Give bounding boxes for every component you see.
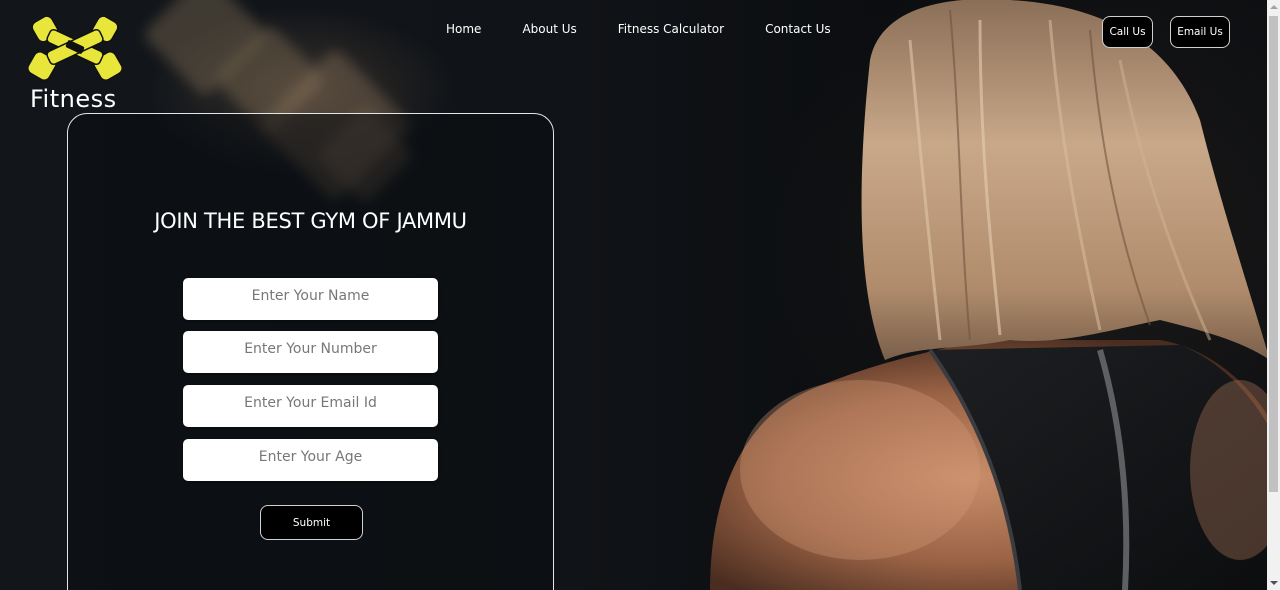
call-us-button[interactable]: Call Us bbox=[1102, 16, 1153, 48]
number-input[interactable] bbox=[183, 331, 438, 373]
form-title: JOIN THE BEST GYM OF JAMMU bbox=[154, 209, 467, 233]
page: Fitness Home About Us Fitness Calculator… bbox=[0, 0, 1280, 590]
name-input[interactable] bbox=[183, 278, 438, 320]
nav-item-contact-us[interactable]: Contact Us bbox=[765, 18, 831, 40]
email-input[interactable] bbox=[183, 385, 438, 427]
dumbbell-logo-icon bbox=[27, 14, 123, 84]
email-us-button[interactable]: Email Us bbox=[1170, 16, 1230, 48]
join-form-card: JOIN THE BEST GYM OF JAMMU Submit bbox=[67, 113, 554, 590]
brand-logo[interactable]: Fitness bbox=[24, 12, 128, 113]
main-nav: Home About Us Fitness Calculator Contact… bbox=[446, 18, 831, 40]
scrollbar-thumb[interactable] bbox=[1269, 16, 1278, 492]
hero-athlete-image bbox=[680, 0, 1280, 590]
scroll-down-arrow-icon[interactable] bbox=[1267, 576, 1280, 590]
age-input[interactable] bbox=[183, 439, 438, 481]
nav-item-about-us[interactable]: About Us bbox=[522, 18, 576, 40]
brand-name: Fitness bbox=[30, 85, 117, 113]
page-scrollbar[interactable] bbox=[1267, 0, 1280, 590]
scroll-up-arrow-icon[interactable] bbox=[1267, 0, 1280, 14]
nav-item-home[interactable]: Home bbox=[446, 18, 481, 40]
submit-button[interactable]: Submit bbox=[260, 505, 363, 540]
nav-item-fitness-calculator[interactable]: Fitness Calculator bbox=[618, 18, 724, 40]
